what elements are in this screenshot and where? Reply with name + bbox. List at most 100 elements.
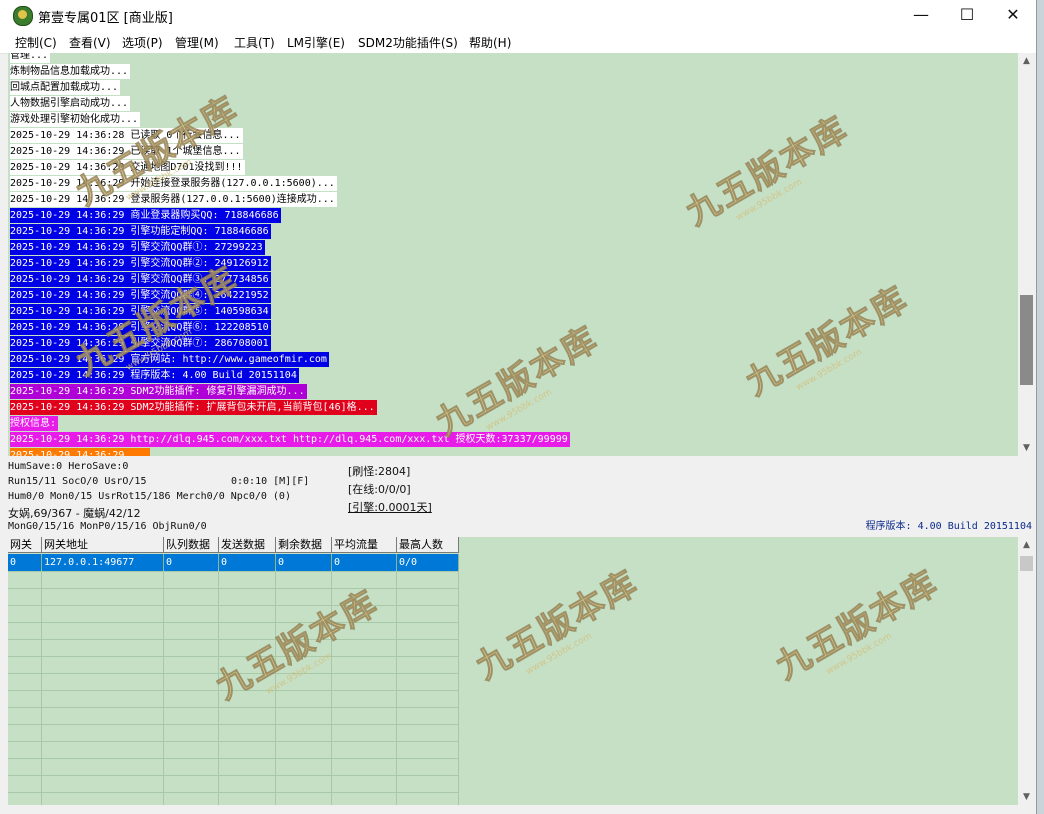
log-line: 2025-10-29 14:36:29 引擎交流QQ群②: 249126912 (10, 256, 271, 271)
log-line-text: 2025-10-29 14:36:29 http://dlq.945.com/x… (10, 434, 568, 445)
status-run: Run15/11 SocO/0 UsrO/15 (8, 476, 147, 487)
log-line: 2025-10-29 14:36:29 商业登录器购买QQ: 718846686 (10, 208, 281, 223)
column-header[interactable]: 网关 (8, 537, 42, 553)
watermark-text: 九五版本库 (739, 278, 916, 404)
log-line: 2025-10-29 14:36:29 官方网站: http://www.gam… (10, 352, 329, 367)
status-counts: Hum0/0 Mon0/15 UsrRot15/186 Merch0/0 Npc… (8, 491, 291, 502)
gate-table: 网关 网关地址 队列数据 发送数据 剩余数据 平均流量 最高人数 0 127.0.0.1:496… (8, 537, 459, 805)
watermark-url: www.95bbk.com (484, 387, 554, 434)
menu-manage[interactable]: 管理(M) (175, 34, 219, 51)
log-line-text: 2025-10-29 14:36:29 SDM2功能插件: 扩展背包未开启,当前… (10, 402, 375, 413)
watermark-text: 九五版本库 (469, 562, 646, 688)
watermark-logo: 九五版本库 www.95bbk.com (765, 556, 950, 697)
log-line: 人物数据引擎启动成功... (10, 96, 131, 111)
grid-line (8, 588, 459, 589)
menu-control[interactable]: 控制(C) (15, 34, 57, 51)
log-scrollbar[interactable]: ▲ ▼ (1018, 53, 1035, 456)
grid-line (8, 758, 459, 759)
title-bar[interactable]: 第壹专属01区 [商业版] — ☐ ✕ (0, 0, 1036, 31)
log-line-text: 2025-10-29 14:36:29 程序版本: 4.00 Build 201… (10, 370, 297, 381)
log-line-text: 2025-10-29 14:36:29 引擎交流QQ群①: 27299223 (10, 242, 263, 253)
watermark-text: 九五版本库 (429, 318, 606, 444)
table-scroll-thumb[interactable] (1020, 556, 1033, 571)
program-version: 程序版本: 4.00 Build 20151104 (865, 521, 1032, 532)
table-cell: 0 (276, 554, 332, 571)
watermark-text: 九五版本库 (679, 108, 856, 234)
table-scroll-up-icon[interactable]: ▲ (1018, 537, 1035, 553)
engine-days-label: [引擎:0.0001天] (348, 501, 432, 514)
log-line: 2025-10-29 14:36:29 引擎交流QQ群③: 277734856 (10, 272, 271, 287)
gate-table-panel[interactable]: 网关 网关地址 队列数据 发送数据 剩余数据 平均流量 最高人数 0 127.0.0.1:496… (8, 537, 1018, 805)
log-line-text: 2025-10-29 14:36:29 开始连接登录服务器(127.0.0.1:… (10, 178, 335, 189)
menu-view[interactable]: 查看(V) (69, 34, 111, 51)
column-header[interactable]: 网关地址 (42, 537, 164, 553)
watermark-url: www.95bbk.com (824, 631, 894, 678)
table-scrollbar[interactable]: ▲ ▼ (1018, 537, 1035, 805)
log-line: 2025-10-29 14:36:29 ... (10, 448, 151, 456)
watermark-text: 九五版本库 (769, 562, 946, 688)
menu-lm-engine[interactable]: LM引擎(E) (287, 34, 345, 51)
log-line-text: 2025-10-29 14:36:29 官方网站: http://www.gam… (10, 354, 327, 365)
grid-line (8, 639, 459, 640)
log-line-text: 炼制物品信息加载成功... (10, 66, 129, 77)
column-header[interactable]: 最高人数 (397, 537, 459, 553)
log-line: 2025-10-29 14:36:28 已读取 0个行会信息... (10, 128, 243, 143)
status-map: 女娲,69/367 - 魔蜗/42/12 (8, 507, 141, 520)
log-line-text: 2025-10-29 14:36:29 登录服务器(127.0.0.1:5600… (10, 194, 335, 205)
log-line: 2025-10-29 14:36:29 引擎交流QQ群⑦: 286708001 (10, 336, 271, 351)
scroll-down-icon[interactable]: ▼ (1018, 440, 1035, 456)
watermark-url: www.95bbk.com (794, 347, 864, 394)
log-line: 2025-10-29 14:36:29 引擎交流QQ群⑤: 140598634 (10, 304, 271, 319)
log-line: 2025-10-29 14:36:29 引擎功能定制QQ: 718846686 (10, 224, 271, 239)
scroll-up-icon[interactable]: ▲ (1018, 53, 1035, 69)
log-line-text: 授权信息: (10, 418, 57, 429)
column-header[interactable]: 平均流量 (332, 537, 397, 553)
table-cell: 127.0.0.1:49677 (42, 554, 164, 571)
menu-sdm2-plugin[interactable]: SDM2功能插件(S) (358, 34, 458, 51)
log-line-text: 2025-10-29 14:36:29 引擎交流QQ群⑤: 140598634 (10, 306, 269, 317)
grid-line (8, 605, 459, 606)
log-panel[interactable]: 管理... 炼制物品信息加载成功... 回城点配置加载成功... 人物数据引擎启动成功… (8, 53, 1018, 456)
log-line-text: 回城点配置加载成功... (10, 82, 119, 93)
minimize-button[interactable]: — (898, 0, 944, 31)
log-line: 2025-10-29 14:36:29 引擎交流QQ群⑥: 122208510 (10, 320, 271, 335)
menu-help[interactable]: 帮助(H) (469, 34, 511, 51)
column-header[interactable]: 剩余数据 (276, 537, 332, 553)
log-line-text: 2025-10-29 14:36:29 引擎功能定制QQ: 718846686 (10, 226, 269, 237)
log-line-text: 2025-10-29 14:36:29 引擎交流QQ群②: 249126912 (10, 258, 269, 269)
menu-tools[interactable]: 工具(T) (234, 34, 275, 51)
column-header[interactable]: 发送数据 (219, 537, 276, 553)
table-scroll-down-icon[interactable]: ▼ (1018, 789, 1035, 805)
table-cell: 0 (164, 554, 219, 571)
log-line: 2025-10-29 14:36:29 SDM2功能插件: 扩展背包未开启,当前… (10, 400, 377, 415)
refresh-monster-label: [刷怪:2804] (348, 465, 411, 478)
grid-line (8, 724, 459, 725)
app-icon (13, 6, 33, 26)
grid-line (8, 741, 459, 742)
grid-line (8, 792, 459, 793)
status-monsters: MonG0/15/16 MonP0/15/16 ObjRun0/0 (8, 521, 207, 532)
grid-line (8, 673, 459, 674)
grid-line (8, 707, 459, 708)
log-line: 2025-10-29 14:36:29 程序版本: 4.00 Build 201… (10, 368, 299, 383)
log-line-text: 2025-10-29 14:36:29 ... (10, 450, 149, 456)
maximize-button[interactable]: ☐ (944, 0, 990, 31)
log-line: 2025-10-29 14:36:29 已读取 1个城堡信息... (10, 144, 243, 159)
table-cell: 0 (8, 554, 42, 571)
menu-options[interactable]: 选项(P) (122, 34, 163, 51)
log-line: 2025-10-29 14:36:29 SDM2功能插件: 修复引擎漏洞成功..… (10, 384, 307, 399)
close-button[interactable]: ✕ (990, 0, 1036, 31)
table-cell: 0 (332, 554, 397, 571)
grid-line (8, 571, 459, 572)
log-line: 授权信息: (10, 416, 59, 431)
grid-line (8, 622, 459, 623)
log-line-text: 人物数据引擎启动成功... (10, 98, 129, 109)
log-line-text: 2025-10-29 14:36:29 引擎交流QQ群③: 277734856 (10, 274, 269, 285)
log-line-text: 2025-10-29 14:36:29 交通地图D701没找到!!! (10, 162, 243, 173)
scroll-thumb[interactable] (1020, 295, 1033, 385)
log-line-text: 游戏处理引擎初始化成功... (10, 114, 139, 125)
column-header[interactable]: 队列数据 (164, 537, 219, 553)
app-window: 第壹专属01区 [商业版] — ☐ ✕ 控制(C) 查看(V) 选项(P) 管理… (0, 0, 1037, 814)
log-line: 2025-10-29 14:36:29 交通地图D701没找到!!! (10, 160, 245, 175)
log-line-text: 2025-10-29 14:36:28 已读取 0个行会信息... (10, 130, 241, 141)
